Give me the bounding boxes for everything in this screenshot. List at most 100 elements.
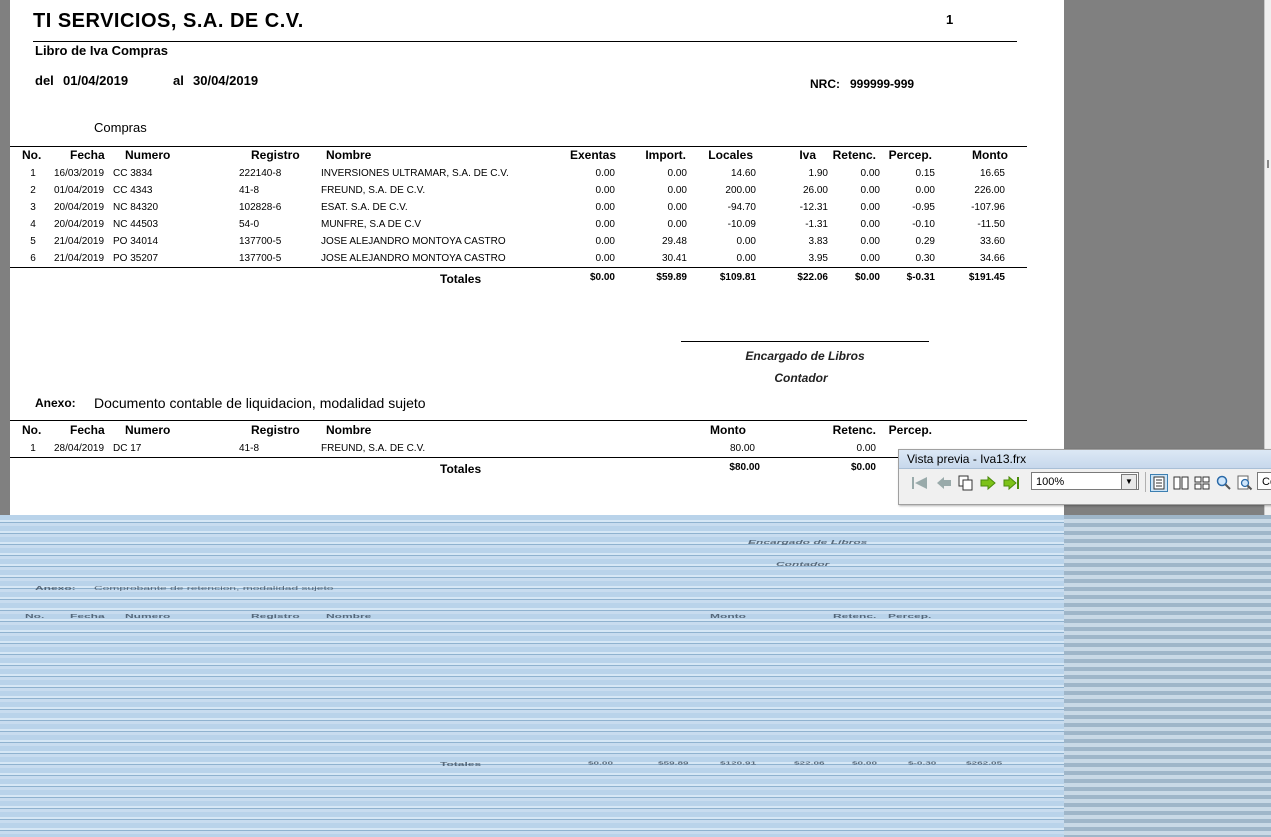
table-cell: 41-8 [239, 443, 260, 454]
anexo-totals-rule [10, 457, 1027, 458]
column-header: No. [22, 148, 42, 162]
title-rule [33, 41, 1017, 42]
table-cell: 137700-5 [239, 236, 282, 247]
table-cell: 1 [30, 168, 36, 179]
single-page-icon[interactable] [1150, 474, 1168, 492]
column-header: Percep. [888, 423, 932, 437]
column-header: Monto [710, 423, 746, 437]
ghost-signature-title: Contador [776, 561, 830, 568]
table-cell: -10.09 [727, 219, 756, 230]
table-cell: FREUND, S.A. DE C.V. [321, 185, 426, 196]
table-cell: -0.10 [912, 219, 935, 230]
column-header: Import. [645, 148, 686, 162]
table-cell: 4 [30, 219, 36, 230]
table-cell: 20/04/2019 [54, 202, 105, 213]
column-header: Nombre [326, 423, 372, 437]
table-cell: 0.00 [860, 185, 880, 196]
two-pages-icon[interactable] [1172, 474, 1190, 492]
table-cell: 0.00 [667, 202, 687, 213]
table-cell: 30.41 [661, 253, 687, 264]
table-cell: 0.00 [595, 219, 615, 230]
vertical-scrollbar[interactable] [1264, 0, 1271, 515]
ghost-signature-role: Encargado de Libros [748, 539, 868, 546]
table-cell: 80.00 [729, 443, 755, 454]
nrc-value: 999999-999 [850, 77, 915, 91]
table-cell: 0.00 [736, 253, 756, 264]
page-field[interactable]: Co [1257, 472, 1271, 490]
last-page-icon[interactable] [1003, 474, 1021, 492]
table-cell: 0.00 [856, 443, 876, 454]
zoom-value: 100% [1036, 476, 1065, 488]
table-cell: 3.95 [808, 253, 828, 264]
del-label: del [35, 73, 54, 88]
table-cell: 0.15 [915, 168, 935, 179]
book-title: Libro de Iva Compras [35, 43, 168, 58]
totals-label: Totales [440, 272, 482, 286]
next-page-icon[interactable] [979, 474, 997, 492]
total-value: $109.81 [719, 272, 756, 283]
page-number: 1 [946, 12, 954, 27]
totals-label: Totales [440, 462, 482, 476]
table-cell: -11.50 [977, 219, 1005, 230]
table-cell: 1.90 [808, 168, 828, 179]
chevron-down-icon[interactable]: ▼ [1121, 474, 1137, 490]
ghost-column-header: Fecha [70, 613, 105, 620]
signature-role: Encargado de Libros [745, 349, 865, 363]
total-value: $59.89 [656, 272, 687, 283]
table-cell: 16.65 [979, 168, 1005, 179]
anexo-header-rule [10, 420, 1027, 421]
copy-pages-icon[interactable] [957, 474, 975, 492]
table-cell: 21/04/2019 [54, 253, 105, 264]
table-cell: 3.83 [808, 236, 828, 247]
table-cell: PO 34014 [113, 236, 159, 247]
ghost-total-value: $262.05 [966, 761, 1003, 766]
table-cell: NC 44503 [113, 219, 159, 230]
table-cell: NC 84320 [113, 202, 159, 213]
table-cell: CC 4343 [113, 185, 153, 196]
table-cell: 21/04/2019 [54, 236, 105, 247]
nrc-label: NRC: [810, 77, 840, 91]
preview-background [1064, 0, 1264, 515]
left-margin [0, 0, 10, 515]
toolbar-title: Vista previa - Iva13.frx [899, 450, 1271, 469]
signature-title: Contador [774, 371, 828, 385]
first-page-icon[interactable] [911, 474, 929, 492]
table-cell: 54-0 [239, 219, 260, 230]
artifact-band [1064, 515, 1271, 837]
column-header: Fecha [70, 423, 105, 437]
ghost-anexo-label: Anexo: [35, 585, 76, 592]
ghost-column-header: Monto [710, 613, 746, 620]
ghost-column-header: Retenc. [833, 613, 877, 620]
column-header: Fecha [70, 148, 105, 162]
table-cell: 0.00 [860, 168, 880, 179]
column-header: Registro [251, 423, 300, 437]
table-cell: 0.00 [667, 168, 687, 179]
table-cell: 0.00 [595, 202, 615, 213]
date-from: 01/04/2019 [63, 73, 129, 88]
table-cell: 14.60 [730, 168, 756, 179]
column-header: Retenc. [832, 148, 876, 162]
zoom-icon[interactable] [1215, 474, 1233, 492]
date-to: 30/04/2019 [193, 73, 259, 88]
preview-toolbar: Vista previa - Iva13.frx 100% ▼ Co [898, 449, 1271, 505]
ghost-column-header: Registro [251, 613, 300, 620]
total-value: $80.00 [729, 462, 760, 473]
table-cell: 0.00 [860, 236, 880, 247]
total-value: $22.06 [797, 272, 828, 283]
zoom-page-icon[interactable] [1236, 474, 1254, 492]
ghost-totals-label: Totales [440, 761, 482, 768]
table-cell: -107.96 [971, 202, 1005, 213]
four-pages-icon[interactable] [1193, 474, 1211, 492]
total-value: $191.45 [968, 272, 1005, 283]
prev-page-icon[interactable] [935, 474, 953, 492]
ghost-column-header: Nombre [326, 613, 372, 620]
column-header: Registro [251, 148, 300, 162]
table-cell: 1 [30, 443, 36, 454]
total-value: $0.00 [850, 462, 876, 473]
table-cell: 5 [30, 236, 36, 247]
report-page: TI SERVICIOS, S.A. DE C.V. 1 Libro de Iv… [10, 0, 1064, 515]
table-cell: 0.00 [595, 236, 615, 247]
zoom-select[interactable]: 100% ▼ [1031, 472, 1139, 490]
toolbar-separator [1145, 472, 1146, 492]
table-cell: 0.00 [860, 219, 880, 230]
